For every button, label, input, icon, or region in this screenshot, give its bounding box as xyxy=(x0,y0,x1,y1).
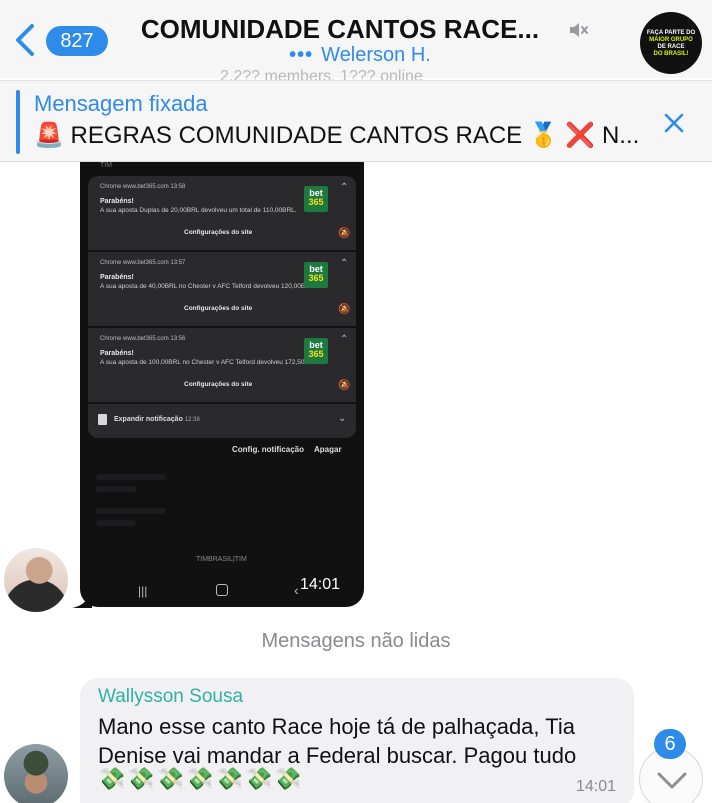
bet365-logo: bet 365 xyxy=(304,338,328,364)
chevron-up-icon: ⌃ xyxy=(340,258,349,269)
money-emoji-row: 💸💸💸💸💸💸💸 xyxy=(98,766,304,791)
pinned-message-bar[interactable]: Mensagem fixada 🚨 REGRAS COMUNIDADE CANT… xyxy=(0,80,712,162)
notification-card: Chrome www.bet365.com 13:57 Parabéns! A … xyxy=(88,252,356,326)
chat-header: 827 COMUNIDADE CANTOS RACE... ••• Welerso… xyxy=(0,0,712,78)
expand-notification-row: Expandir notificação 12:38 ⌄ xyxy=(88,404,356,438)
unread-count-badge: 827 xyxy=(46,26,108,56)
avatar[interactable] xyxy=(4,744,68,803)
document-icon xyxy=(98,414,107,425)
typing-status: ••• Welerson H. xyxy=(120,44,600,67)
chevron-down-icon: ⌄ xyxy=(338,413,347,424)
pinned-indicator xyxy=(16,90,20,154)
bell-off-icon: 🔕 xyxy=(338,304,351,315)
notification-card: Chrome www.bet365.com 13:56 Parabéns! A … xyxy=(88,328,356,402)
image-message[interactable]: TIM Chrome www.bet365.com 13:58 Parabéns… xyxy=(80,162,364,607)
bet365-logo: bet 365 xyxy=(304,186,328,212)
group-avatar[interactable]: FAÇA PARTE DO MAIOR GRUPO DE RACE DO BRA… xyxy=(640,12,702,74)
bell-off-icon: 🔕 xyxy=(338,228,351,239)
message-time: 14:01 xyxy=(576,778,617,795)
bet365-logo: bet 365 xyxy=(304,262,328,288)
chat-title[interactable]: COMUNIDADE CANTOS RACE... xyxy=(120,14,560,45)
text-message[interactable]: Wallysson Sousa Mano esse canto Race hoj… xyxy=(80,678,634,803)
back-arrow-icon: ‹ xyxy=(294,582,299,598)
bell-off-icon: 🔕 xyxy=(338,380,351,391)
chevron-left-icon xyxy=(16,24,34,56)
unread-divider: Mensagens não lidas xyxy=(261,630,451,652)
chevron-down-icon xyxy=(657,772,687,789)
carrier-label: TIMBRASIL|TIM xyxy=(196,556,247,563)
back-button[interactable]: 827 xyxy=(12,20,108,60)
home-icon xyxy=(216,584,228,596)
message-text: Mano esse canto Race hoje tá de palhaçad… xyxy=(98,714,577,768)
unread-mentions-badge: 6 xyxy=(654,729,686,759)
recents-icon: ||| xyxy=(138,584,148,598)
bubble-tail xyxy=(72,588,92,608)
avatar[interactable] xyxy=(4,548,68,612)
muted-speaker-icon xyxy=(570,23,588,37)
sender-name[interactable]: Wallysson Sousa xyxy=(98,686,243,708)
message-time: 14:01 xyxy=(300,576,341,593)
pinned-label: Mensagem fixada xyxy=(34,91,208,116)
typing-dots-icon: ••• xyxy=(289,44,314,66)
notification-settings-text: Config. notificação xyxy=(232,445,304,454)
chevron-up-icon: ⌃ xyxy=(340,182,349,193)
clear-text: Apagar xyxy=(314,445,342,454)
pinned-text: 🚨 REGRAS COMUNIDADE CANTOS RACE 🥇 ❌ N... xyxy=(34,122,640,149)
chevron-up-icon: ⌃ xyxy=(340,334,349,345)
typing-user: Welerson H. xyxy=(321,44,431,66)
close-icon[interactable] xyxy=(662,111,686,135)
notification-card: Chrome www.bet365.com 13:58 Parabéns! A … xyxy=(88,176,356,250)
